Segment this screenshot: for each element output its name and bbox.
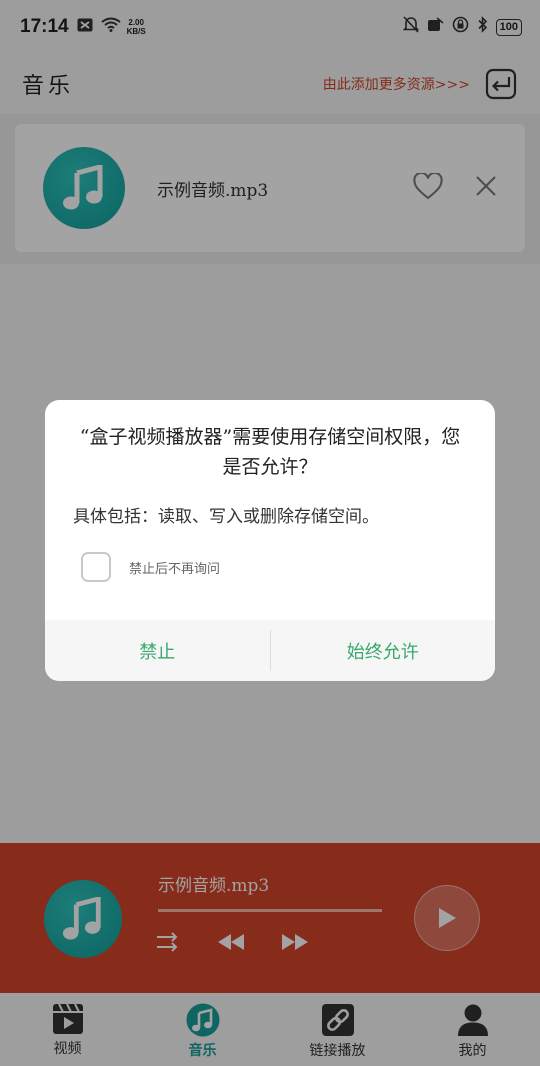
- dont-ask-again-checkbox[interactable]: [81, 552, 111, 582]
- dialog-title: “盒子视频播放器”需要使用存储空间权限，您是否允许？: [79, 426, 461, 478]
- dialog-button-bar: 禁止 始终允许: [45, 620, 495, 681]
- dialog-description: 具体包括：读取、写入或删除存储空间。: [73, 507, 379, 527]
- dont-ask-again-label: 禁止后不再询问: [129, 561, 221, 577]
- always-allow-button[interactable]: 始终允许: [271, 620, 496, 681]
- permission-dialog: “盒子视频播放器”需要使用存储空间权限，您是否允许？ 具体包括：读取、写入或删除…: [45, 400, 495, 681]
- deny-button[interactable]: 禁止: [45, 620, 270, 681]
- dont-ask-again-row[interactable]: 禁止后不再询问: [81, 552, 220, 582]
